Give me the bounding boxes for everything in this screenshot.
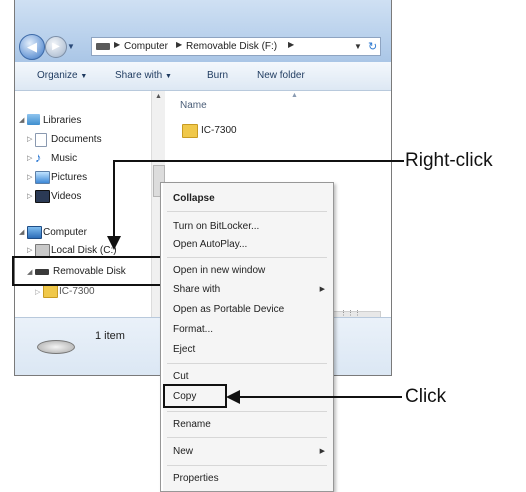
refresh-icon[interactable]: ↻ xyxy=(368,40,377,53)
nav-item-computer[interactable]: Computer xyxy=(43,227,87,238)
breadcrumb-arrow-icon: ▶ xyxy=(114,40,121,49)
libraries-icon xyxy=(27,114,40,125)
nav-item-libraries[interactable]: Libraries xyxy=(43,115,81,126)
menu-item-open-portable[interactable]: Open as Portable Device xyxy=(173,304,284,315)
nav-item-ic7300[interactable]: IC-7300 xyxy=(59,286,95,297)
documents-icon xyxy=(35,133,47,147)
back-arrow-icon: ◀ xyxy=(27,39,37,54)
menu-item-eject[interactable]: Eject xyxy=(173,344,195,355)
menu-item-cut[interactable]: Cut xyxy=(173,371,189,382)
nav-item-videos[interactable]: Videos xyxy=(51,191,81,202)
submenu-arrow-icon: ▶ xyxy=(319,286,325,293)
organize-label: Organize xyxy=(37,70,78,81)
menu-gutter xyxy=(161,183,163,491)
menu-separator xyxy=(167,437,327,438)
sort-caret-icon: ▲ xyxy=(291,92,298,99)
drive-icon xyxy=(96,43,110,50)
forward-arrow-icon: ▶ xyxy=(52,41,60,52)
scroll-up-icon[interactable]: ▲ xyxy=(155,93,162,100)
menu-item-properties[interactable]: Properties xyxy=(173,473,219,484)
arrow-down-icon xyxy=(107,236,121,250)
videos-icon xyxy=(35,190,50,203)
menu-item-autoplay[interactable]: Open AutoPlay... xyxy=(173,239,247,250)
menu-item-bitlocker[interactable]: Turn on BitLocker... xyxy=(173,221,259,232)
folder-icon xyxy=(43,285,58,298)
breadcrumb-removable-disk[interactable]: Removable Disk (F:) xyxy=(186,41,277,52)
click-label: Click xyxy=(405,386,447,407)
menu-separator xyxy=(167,211,327,212)
burn-button[interactable]: Burn xyxy=(207,70,228,81)
item-count: 1 item xyxy=(95,330,125,342)
folder-icon xyxy=(182,124,198,138)
file-item-ic7300[interactable]: IC-7300 xyxy=(201,125,237,136)
menu-item-rename[interactable]: Rename xyxy=(173,419,211,430)
menu-separator xyxy=(167,465,327,466)
breadcrumb-arrow-icon: ▶ xyxy=(288,40,295,49)
nav-item-pictures[interactable]: Pictures xyxy=(51,172,87,183)
menu-item-format[interactable]: Format... xyxy=(173,324,213,335)
expanded-triangle-icon[interactable]: ◢ xyxy=(19,116,24,124)
expanded-triangle-icon[interactable]: ◢ xyxy=(19,228,24,236)
breadcrumb-arrow-icon: ▶ xyxy=(176,40,183,49)
command-bar: Organize ▼ Share with ▼ Burn New folder xyxy=(15,62,391,91)
organize-button[interactable]: Organize ▼ xyxy=(37,70,87,81)
menu-item-open-new-window[interactable]: Open in new window xyxy=(173,265,265,276)
arrow-left-icon xyxy=(226,390,240,404)
computer-icon xyxy=(27,226,42,239)
right-click-leader-line-vertical xyxy=(113,160,115,242)
share-with-button[interactable]: Share with ▼ xyxy=(115,70,172,81)
context-menu: Collapse Turn on BitLocker... Open AutoP… xyxy=(160,182,334,492)
music-icon: ♪ xyxy=(35,150,42,165)
chevron-down-icon: ▼ xyxy=(165,73,172,80)
collapsed-triangle-icon[interactable]: ▷ xyxy=(27,246,32,254)
menu-separator xyxy=(167,363,327,364)
removable-disk-highlight-box xyxy=(12,256,170,286)
collapsed-triangle-icon[interactable]: ▷ xyxy=(27,173,32,181)
share-with-label: Share with xyxy=(115,70,163,81)
menu-item-collapse[interactable]: Collapse xyxy=(173,193,215,204)
chevron-down-icon: ▼ xyxy=(80,73,88,80)
recent-pages-dropdown-icon[interactable]: ▼ xyxy=(67,42,75,51)
right-click-leader-line xyxy=(114,160,404,162)
address-dropdown-icon[interactable]: ▼ xyxy=(354,42,362,51)
address-bar[interactable]: ▶ Computer ▶ Removable Disk (F:) ▶ ▼ ↻ xyxy=(91,37,381,56)
menu-item-new[interactable]: New xyxy=(173,446,193,457)
nav-item-documents[interactable]: Documents xyxy=(51,134,102,145)
menu-item-share-with[interactable]: Share with xyxy=(173,284,220,295)
click-leader-line xyxy=(238,396,402,398)
collapsed-triangle-icon[interactable]: ▷ xyxy=(35,288,40,296)
title-bar: ◀ ▶ ▼ ▶ Computer ▶ Removable Disk (F:) ▶… xyxy=(15,0,391,62)
scrollbar-grip-icon: ⋮⋮⋮ xyxy=(340,310,361,317)
forward-button[interactable]: ▶ xyxy=(45,36,67,58)
column-header-name[interactable]: Name xyxy=(180,100,207,111)
back-button[interactable]: ◀ xyxy=(19,34,45,60)
right-click-label: Right-click xyxy=(405,150,493,171)
pictures-icon xyxy=(35,171,50,184)
submenu-arrow-icon: ▶ xyxy=(319,448,325,455)
copy-highlight-box xyxy=(163,384,227,408)
drive-large-icon xyxy=(37,340,75,354)
nav-item-music[interactable]: Music xyxy=(51,153,77,164)
menu-separator xyxy=(167,257,327,258)
collapsed-triangle-icon[interactable]: ▷ xyxy=(27,154,32,162)
menu-separator xyxy=(167,411,327,412)
breadcrumb-computer[interactable]: Computer xyxy=(124,41,168,52)
collapsed-triangle-icon[interactable]: ▷ xyxy=(27,135,32,143)
collapsed-triangle-icon[interactable]: ▷ xyxy=(27,192,32,200)
new-folder-button[interactable]: New folder xyxy=(257,70,305,81)
